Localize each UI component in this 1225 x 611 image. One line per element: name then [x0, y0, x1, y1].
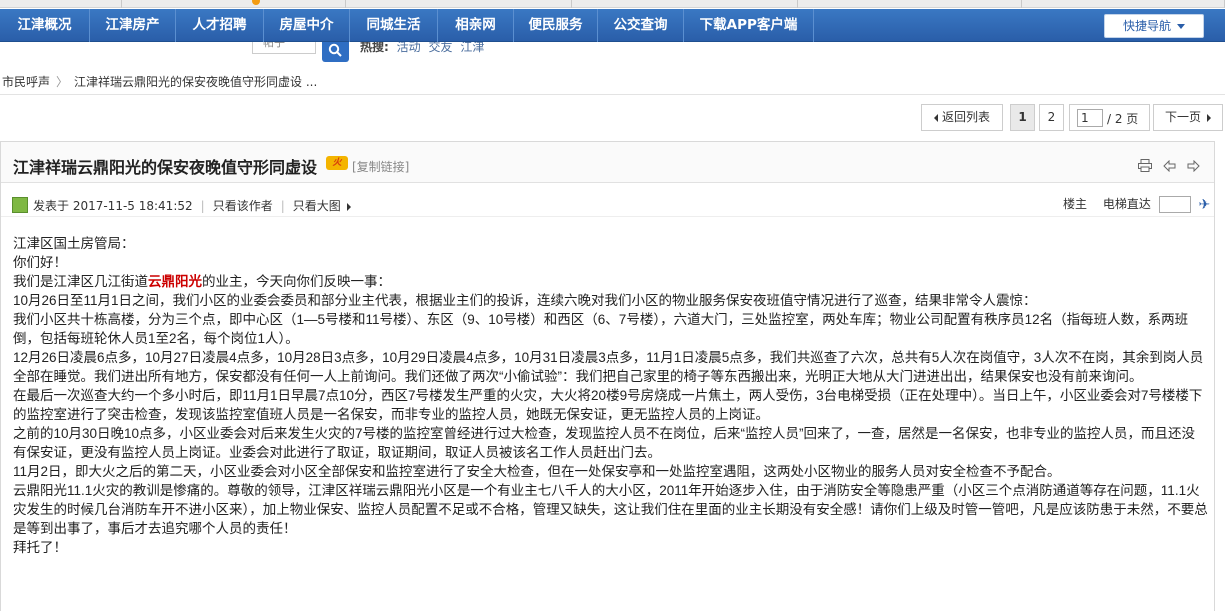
separator: | [200, 199, 205, 213]
floor-label: 楼主 [1063, 197, 1088, 211]
nav-item-agency[interactable]: 房屋中介 [264, 9, 350, 42]
floor-tools: 楼主 电梯直达 ✈ [1063, 195, 1210, 213]
search-type-select[interactable]: 帖子 [252, 42, 316, 54]
content-line: 11月2日，即大火之后的第二天，小区业委会对小区全部保安和监控室进行了安全大检查… [13, 464, 1061, 479]
content-line: 12月26日凌晨6点多，10月27日凌晨4点多，10月28日3点多，10月29日… [13, 350, 1204, 384]
post-meta-text: 发表于 2017-11-5 18:41:52 | 只看该作者 | 只看大图 [33, 197, 351, 214]
big-image-link[interactable]: 只看大图 [293, 199, 341, 213]
search-bar: 帖子 热搜: 活动 交友 江津 [0, 42, 1225, 62]
divider [0, 94, 1225, 95]
content-line: 10月26日至11月1日之间，我们小区的业委会委员和部分业主代表，根据业主们的投… [13, 293, 1037, 308]
hot-word-link[interactable]: 活动 [397, 42, 421, 54]
next-page-button[interactable]: 下一页 [1153, 104, 1223, 131]
content-line: 之前的10月30日晚10点多，小区业委会对后来发生火灾的7号楼的监控室曾经进行过… [13, 426, 1196, 460]
hot-word-link[interactable]: 交友 [428, 42, 452, 54]
content-line: 我们小区共十栋高楼，分为三个点，即中心区（1—5号楼和11号楼）、东区（9、10… [13, 312, 1189, 346]
page-total: / 2 页 [1107, 112, 1139, 126]
breadcrumb-item[interactable]: 市民呼声 [2, 75, 50, 89]
copy-link-button[interactable]: [复制链接] [352, 158, 409, 175]
main-nav-bar: 江津概况 江津房产 人才招聘 房屋中介 同城生活 相亲网 便民服务 公交查询 下… [0, 9, 1225, 42]
nav-item-services[interactable]: 便民服务 [514, 9, 598, 42]
elevator-label: 电梯直达 [1102, 197, 1151, 211]
hot-search-label: 热搜: [360, 42, 389, 54]
post-content: 江津区国土房管局： 你们好！ 我们是江津区几江街道云鼎阳光的业主，今天向你们反映… [13, 234, 1208, 557]
hot-thread-icon: 火 [326, 156, 348, 170]
thread-tools [1132, 156, 1200, 176]
quick-nav-button[interactable]: 快捷导航 [1104, 14, 1204, 38]
back-to-list-button[interactable]: 返回列表 [921, 104, 1003, 131]
chevron-down-icon [1177, 24, 1185, 29]
next-thread-icon[interactable] [1187, 157, 1200, 176]
prev-thread-icon[interactable] [1163, 157, 1176, 176]
breadcrumb: 市民呼声〉江津祥瑞云鼎阳光的保安夜晚值守形同虚设 ... [2, 73, 317, 90]
content-line: 拜托了！ [13, 540, 67, 555]
hot-word-link[interactable]: 江津 [460, 42, 484, 54]
next-page-label: 下一页 [1164, 110, 1201, 124]
content-line: 你们好！ [13, 255, 67, 270]
only-author-link[interactable]: 只看该作者 [213, 199, 273, 213]
breadcrumb-item-current[interactable]: 江津祥瑞云鼎阳光的保安夜晚值守形同虚设 ... [74, 75, 317, 89]
nav-item-bus[interactable]: 公交查询 [598, 9, 684, 42]
content-text: 我们是江津区几江街道 [13, 274, 148, 289]
page-button[interactable]: 1 [1010, 104, 1035, 131]
chevron-left-icon [933, 113, 938, 122]
thread-post: 江津祥瑞云鼎阳光的保安夜晚值守形同虚设 火 [复制链接] 发表于 2017-11… [0, 141, 1215, 611]
nav-item-dating[interactable]: 相亲网 [438, 9, 514, 42]
nav-item-jobs[interactable]: 人才招聘 [176, 9, 264, 42]
community-name-highlight[interactable]: 云鼎阳光 [148, 274, 202, 289]
page-button[interactable]: 2 [1039, 104, 1064, 131]
back-to-list-label: 返回列表 [941, 110, 990, 124]
print-icon[interactable] [1137, 157, 1152, 176]
post-time: 发表于 2017-11-5 18:41:52 [33, 199, 193, 213]
content-line: 在最后一次巡查大约一个多小时后，即11月1日早晨7点10分，西区7号楼发生严重的… [13, 388, 1203, 422]
quick-nav-label: 快捷导航 [1122, 19, 1171, 33]
online-user-icon [12, 197, 28, 213]
post-meta: 发表于 2017-11-5 18:41:52 | 只看该作者 | 只看大图 楼主 电梯直… [1, 189, 1214, 217]
content-line: 江津区国土房管局： [13, 236, 135, 251]
nav-item-housing[interactable]: 江津房产 [90, 9, 176, 42]
chevron-right-icon: 〉 [56, 75, 69, 89]
search-button[interactable] [322, 42, 349, 62]
jump-icon[interactable]: ✈ [1199, 197, 1211, 213]
content-line: 我们是江津区几江街道云鼎阳光的业主，今天向你们反映一事： [13, 272, 1208, 291]
thread-title-bar: 江津祥瑞云鼎阳光的保安夜晚值守形同虚设 火 [复制链接] [1, 142, 1214, 183]
chevron-right-icon [346, 202, 351, 211]
nav-item-city-life[interactable]: 同城生活 [350, 9, 438, 42]
content-text: 的业主，今天向你们反映一事： [202, 274, 391, 289]
floor-jump-input[interactable] [1158, 196, 1191, 213]
content-line: 云鼎阳光11.1火灾的教训是惨痛的。尊敬的领导，江津区祥瑞云鼎阳光小区是一个有业… [13, 483, 1208, 536]
browser-tab-strip [0, 0, 1225, 8]
hot-search: 热搜: 活动 交友 江津 [360, 42, 484, 55]
search-icon [328, 43, 342, 57]
page-number-input[interactable]: 1 [1077, 109, 1103, 127]
thread-title: 江津祥瑞云鼎阳光的保安夜晚值守形同虚设 [13, 158, 318, 177]
nav-item-overview[interactable]: 江津概况 [0, 9, 90, 42]
nav-item-app-download[interactable]: 下载APP客户端 [684, 9, 814, 42]
separator: | [280, 199, 285, 213]
chevron-right-icon [1207, 113, 1211, 122]
